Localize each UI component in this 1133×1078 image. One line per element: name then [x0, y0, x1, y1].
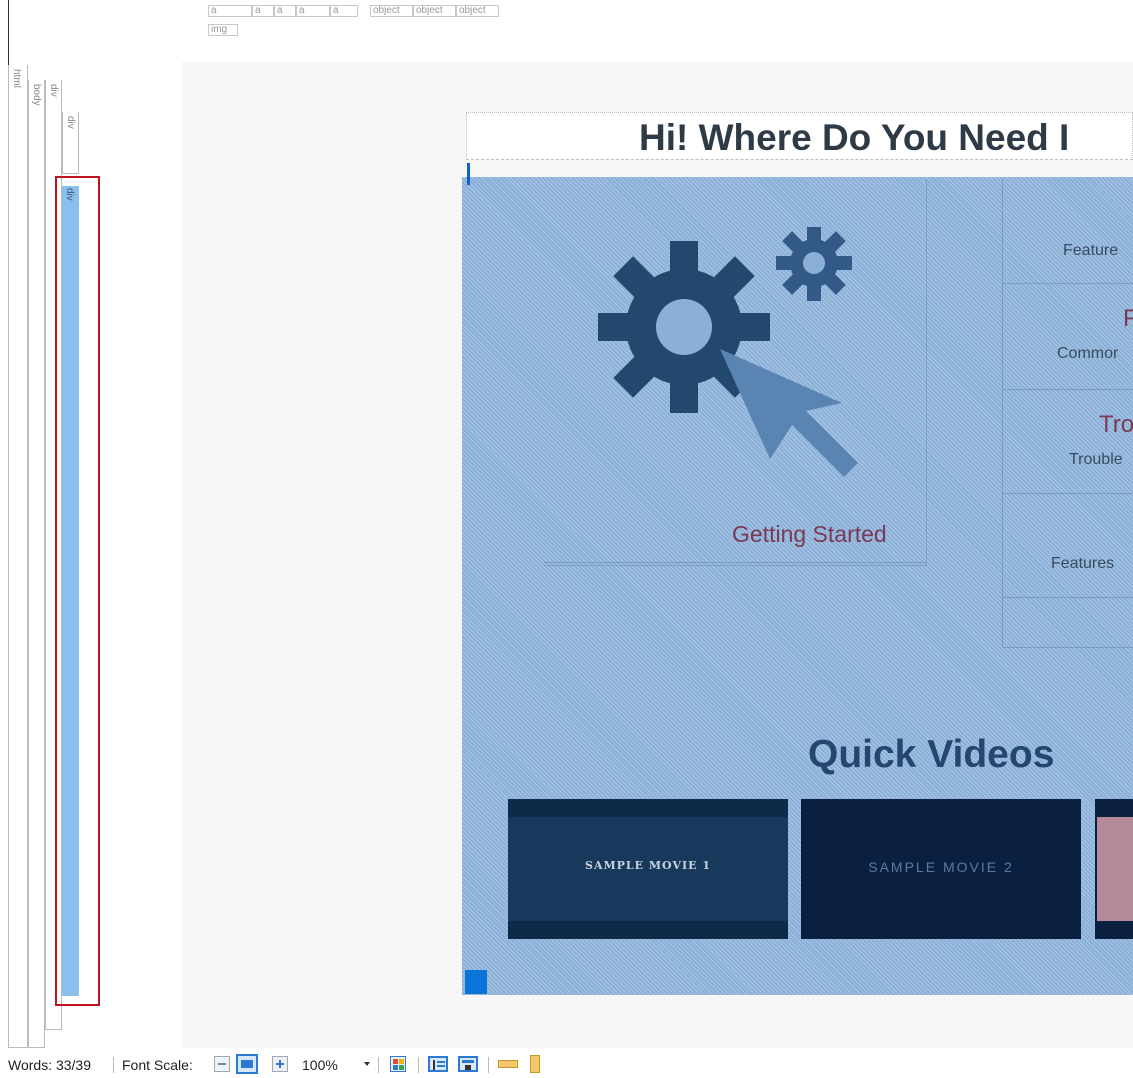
tag-div-2[interactable]: div — [62, 112, 79, 174]
getting-started-panel[interactable]: Getting Started — [544, 179, 927, 566]
thumbnail-band — [1097, 817, 1133, 921]
video-thumbnail-3[interactable] — [1095, 799, 1133, 939]
selected-div-overlay[interactable]: Getting Started Feature F Commor Tro Tro… — [462, 177, 1133, 995]
color-grid-icon-cell — [399, 1065, 404, 1070]
tag-a-1[interactable]: a — [208, 5, 252, 17]
outline-view-icon — [462, 1060, 474, 1063]
scale-100-icon — [241, 1060, 253, 1068]
video-title-1: SAMPLE MOVIE 1 — [585, 859, 711, 872]
video-title-2: SAMPLE MOVIE 2 — [868, 859, 1014, 875]
color-grid-button[interactable] — [390, 1056, 406, 1072]
font-scale-reset-button[interactable] — [236, 1054, 258, 1074]
tag-html[interactable]: html — [8, 65, 28, 1048]
tag-a-2[interactable]: a — [252, 5, 274, 17]
divider — [378, 1057, 379, 1073]
divider — [418, 1057, 419, 1073]
video-thumbnail-2[interactable]: SAMPLE MOVIE 2 — [801, 799, 1081, 939]
right-column[interactable]: Feature F Commor Tro Trouble Features — [1002, 179, 1133, 648]
divider — [544, 562, 926, 563]
minus-icon — [218, 1063, 226, 1065]
quick-videos-heading: Quick Videos — [808, 733, 1055, 776]
tag-object-2[interactable]: object — [413, 5, 456, 17]
font-scale-increase-button[interactable] — [272, 1056, 288, 1072]
horizontal-ruler-icon[interactable] — [498, 1060, 518, 1068]
vertical-ruler-icon[interactable] — [530, 1055, 540, 1073]
divider — [113, 1057, 114, 1073]
selection-handle-top[interactable] — [467, 163, 470, 185]
heading-container[interactable]: Hi! Where Do You Need I — [466, 112, 1133, 160]
video-thumbnail-1[interactable]: SAMPLE MOVIE 1 — [508, 799, 788, 939]
tag-a-4[interactable]: a — [296, 5, 330, 17]
tag-view-icon — [433, 1060, 435, 1070]
divider — [1003, 283, 1133, 284]
tag-view-icon-line — [437, 1061, 445, 1063]
zoom-dropdown-chevron-icon[interactable] — [364, 1062, 370, 1066]
right-item-4[interactable]: Features — [1051, 555, 1114, 573]
right-item-3-title[interactable]: Tro — [1099, 411, 1133, 439]
divider — [1003, 493, 1133, 494]
right-item-3-subtitle: Trouble — [1069, 451, 1123, 468]
divider — [488, 1057, 489, 1073]
tag-img[interactable]: img — [208, 24, 238, 36]
tag-a-5[interactable]: a — [330, 5, 358, 17]
show-tags-button[interactable] — [428, 1056, 448, 1072]
plus-icon-vertical — [279, 1060, 281, 1068]
right-item-1[interactable]: Feature — [1063, 242, 1118, 260]
getting-started-link[interactable]: Getting Started — [732, 521, 887, 548]
color-grid-icon — [393, 1059, 398, 1064]
tag-view-icon-line — [437, 1065, 445, 1067]
divider — [1003, 597, 1133, 598]
tag-object-3[interactable]: object — [456, 5, 499, 17]
divider — [1003, 389, 1133, 390]
right-item-2-title[interactable]: F — [1123, 305, 1133, 333]
tag-a-3[interactable]: a — [274, 5, 296, 17]
right-item-2-subtitle: Commor — [1057, 345, 1119, 362]
color-grid-icon-cell — [393, 1065, 398, 1070]
outline-view-icon-block — [465, 1065, 471, 1070]
color-grid-icon-cell — [399, 1059, 404, 1064]
font-scale-label: Font Scale: — [122, 1057, 193, 1073]
word-count: Words: 33/39 — [8, 1057, 92, 1073]
selection-highlight-box — [55, 176, 100, 1006]
show-outline-button[interactable] — [458, 1056, 478, 1072]
page-heading: Hi! Where Do You Need I — [639, 117, 1070, 158]
font-scale-decrease-button[interactable] — [214, 1056, 230, 1072]
status-bar: Words: 33/39 Font Scale: 100% — [0, 1048, 1133, 1078]
zoom-level[interactable]: 100% — [302, 1057, 338, 1073]
gear-cursor-icon — [598, 227, 858, 477]
tag-object-1[interactable]: object — [370, 5, 413, 17]
tag-body[interactable]: body — [28, 80, 45, 1048]
selection-handle-bottom[interactable] — [465, 970, 487, 994]
